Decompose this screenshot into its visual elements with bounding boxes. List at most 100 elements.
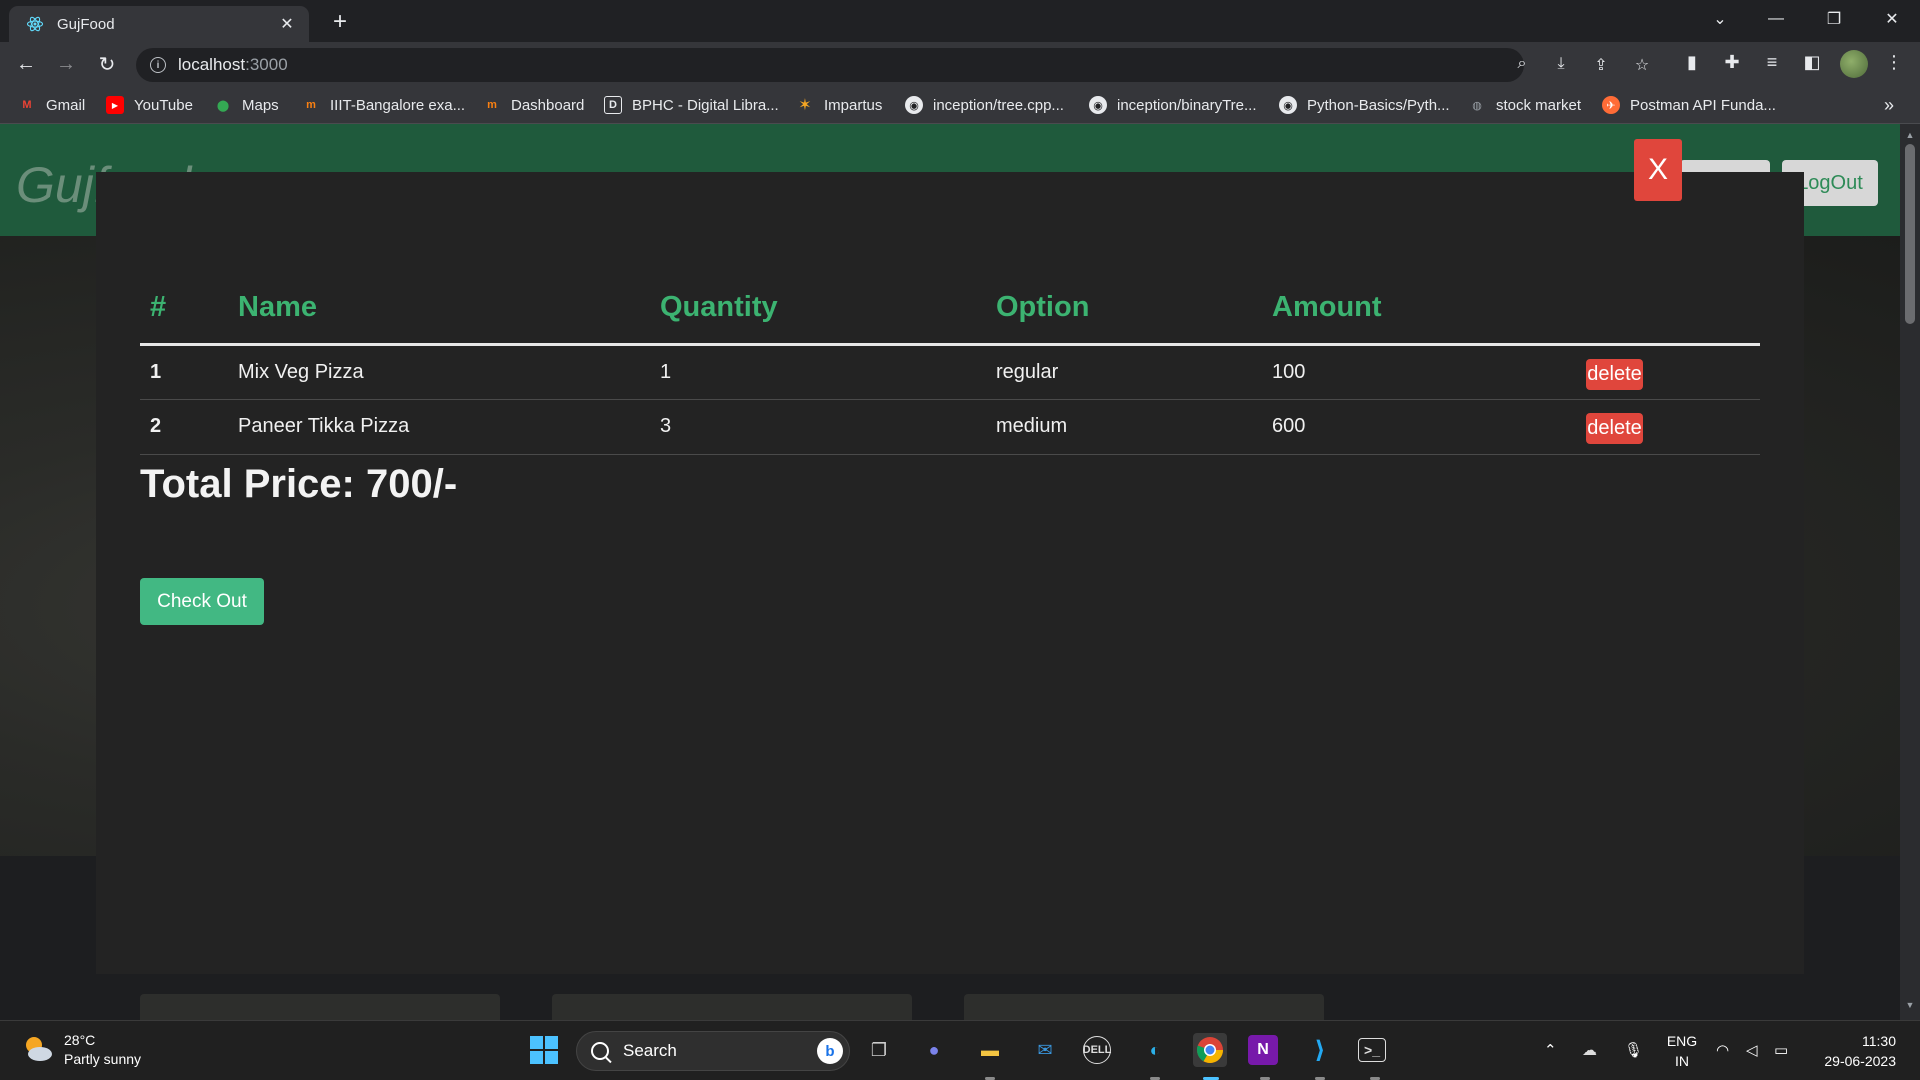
row-option: medium — [986, 399, 1262, 455]
extension-icon[interactable]: ▮ — [1680, 52, 1704, 76]
bing-icon[interactable]: b — [817, 1038, 843, 1064]
bookmark-gmail[interactable]: M Gmail — [18, 86, 85, 124]
site-info-icon[interactable]: i — [150, 57, 166, 73]
task-view-icon[interactable]: ❐ — [862, 1033, 896, 1067]
onedrive-icon[interactable]: ☁ — [1582, 1041, 1597, 1059]
language-code: ENG — [1666, 1033, 1698, 1049]
system-clock[interactable]: 11:30 29-06-2023 — [1814, 1031, 1896, 1071]
side-panel-icon[interactable]: ◧ — [1800, 52, 1824, 76]
search-icon — [591, 1042, 609, 1060]
row-amount: 600 — [1262, 399, 1576, 455]
microphone-icon[interactable]: 🎙 — [1624, 1041, 1643, 1059]
zoom-search-icon[interactable]: ⌕ — [1512, 55, 1532, 75]
forward-icon[interactable]: → — [50, 48, 82, 80]
back-icon[interactable]: ← — [10, 48, 42, 80]
bookmark-python-basics[interactable]: ◉ Python-Basics/Pyth... — [1279, 86, 1450, 124]
weather-temperature: 28°C — [64, 1032, 96, 1048]
bookmark-iiit-bangalore[interactable]: m IIIT-Bangalore exa... — [302, 86, 465, 124]
share-icon[interactable]: ⇪ — [1591, 55, 1611, 75]
col-quantity-header: Quantity — [650, 272, 986, 346]
github-icon: ◉ — [1089, 96, 1107, 114]
search-placeholder: Search — [623, 1041, 677, 1060]
browser-tab[interactable]: GujFood ✕ — [9, 6, 309, 42]
reload-icon[interactable]: ↻ — [91, 48, 123, 80]
row-quantity: 1 — [650, 344, 986, 400]
minimize-icon[interactable]: — — [1748, 0, 1804, 38]
restore-icon[interactable]: ❐ — [1806, 0, 1862, 38]
react-icon — [25, 14, 45, 34]
terminal-icon[interactable]: >_ — [1358, 1038, 1386, 1062]
col-action-header — [1576, 272, 1760, 346]
extensions-puzzle-icon[interactable]: ✚ — [1720, 52, 1744, 76]
tab-title: GujFood — [57, 15, 115, 33]
tab-strip: GujFood ✕ + ⌄ — ❐ ✕ — [0, 0, 1920, 42]
bookmark-stock-market[interactable]: ◍ stock market — [1468, 86, 1581, 124]
media-control-icon[interactable]: ≡ — [1760, 52, 1784, 76]
dell-icon[interactable]: DELL — [1083, 1036, 1111, 1064]
profile-avatar[interactable] — [1840, 50, 1868, 78]
bookmark-postman[interactable]: ✈ Postman API Funda... — [1602, 86, 1776, 124]
close-window-icon[interactable]: ✕ — [1864, 0, 1920, 38]
battery-icon[interactable]: ▭ — [1774, 1041, 1788, 1059]
close-tab-icon[interactable]: ✕ — [277, 14, 297, 34]
scroll-up-icon[interactable]: ▲ — [1904, 130, 1916, 142]
wifi-icon[interactable]: ◠ — [1716, 1041, 1729, 1059]
row-option: regular — [986, 344, 1262, 400]
install-icon[interactable]: ⤓ — [1551, 55, 1571, 75]
bookmark-star-icon[interactable]: ☆ — [1632, 55, 1652, 75]
new-tab-icon[interactable]: + — [326, 8, 354, 36]
weather-widget[interactable]: 28°C Partly sunny — [64, 1031, 141, 1069]
windows-start-icon[interactable] — [527, 1033, 561, 1067]
onenote-icon[interactable]: N — [1248, 1035, 1278, 1065]
url-host: localhost — [178, 55, 246, 74]
partly-sunny-icon[interactable] — [22, 1033, 54, 1065]
taskbar-search[interactable]: Search b — [576, 1031, 850, 1071]
postman-icon: ✈ — [1602, 96, 1620, 114]
cart-header-row: # Name Quantity Option Amount — [140, 272, 1760, 346]
food-card — [552, 994, 912, 1020]
show-hidden-icons-icon[interactable]: ⌃ — [1544, 1041, 1557, 1059]
bookmark-inception-binarytree[interactable]: ◉ inception/binaryTre... — [1089, 86, 1257, 124]
food-card — [964, 994, 1324, 1020]
bookmark-youtube[interactable]: ▶ YouTube — [106, 86, 193, 124]
checkout-button[interactable]: Check Out — [140, 578, 264, 625]
moodle-icon: m — [306, 99, 316, 111]
bookmark-inception-tree[interactable]: ◉ inception/tree.cpp... — [905, 86, 1064, 124]
github-icon: ◉ — [905, 96, 923, 114]
scroll-down-icon[interactable]: ▼ — [1904, 1000, 1916, 1012]
clock-date: 29-06-2023 — [1824, 1053, 1896, 1069]
row-index: 1 — [140, 344, 228, 400]
menu-kebab-icon[interactable]: ⋮ — [1882, 52, 1906, 76]
more-bookmarks-icon[interactable]: » — [1884, 86, 1894, 124]
bookmark-impartus[interactable]: ✶ Impartus — [796, 86, 882, 124]
delete-button[interactable]: delete — [1586, 413, 1643, 444]
edge-icon[interactable]: ◐ — [1138, 1033, 1172, 1067]
gmail-icon: M — [22, 99, 32, 111]
total-price: Total Price: 700/- — [140, 462, 458, 506]
language-indicator[interactable]: ENG IN — [1664, 1031, 1700, 1071]
chrome-icon[interactable] — [1193, 1033, 1227, 1067]
clock-time: 11:30 — [1862, 1033, 1896, 1049]
weather-condition: Partly sunny — [64, 1051, 142, 1067]
bookmark-bphc-library[interactable]: D BPHC - Digital Libra... — [604, 86, 779, 124]
vscode-icon[interactable]: ⟩ — [1303, 1033, 1337, 1067]
cart-modal: # Name Quantity Option Amount 1 Mix Veg … — [96, 172, 1804, 974]
tab-search-icon[interactable]: ⌄ — [1692, 0, 1748, 38]
github-icon: ◉ — [1279, 96, 1297, 114]
bookmark-dashboard[interactable]: m Dashboard — [483, 86, 584, 124]
table-row: 1 Mix Veg Pizza 1 regular 100 delete — [140, 344, 1760, 400]
youtube-icon: ▶ — [106, 96, 124, 114]
teams-icon[interactable]: ● — [917, 1033, 951, 1067]
file-explorer-icon[interactable]: ▬ — [973, 1033, 1007, 1067]
mail-icon[interactable]: ✉ — [1028, 1033, 1062, 1067]
bookmark-maps[interactable]: ⬤ Maps — [214, 86, 279, 124]
scrollbar-thumb[interactable] — [1905, 144, 1915, 324]
close-modal-button[interactable]: X — [1634, 139, 1682, 201]
col-index-header: # — [140, 272, 228, 346]
row-name: Mix Veg Pizza — [228, 344, 650, 400]
volume-icon[interactable]: ◁ — [1746, 1041, 1758, 1059]
address-bar[interactable]: i localhost :3000 — [136, 48, 1524, 82]
table-row: 2 Paneer Tikka Pizza 3 medium 600 delete — [140, 399, 1760, 455]
page-scrollbar[interactable]: ▲ ▼ — [1900, 124, 1920, 1020]
delete-button[interactable]: delete — [1586, 358, 1643, 390]
